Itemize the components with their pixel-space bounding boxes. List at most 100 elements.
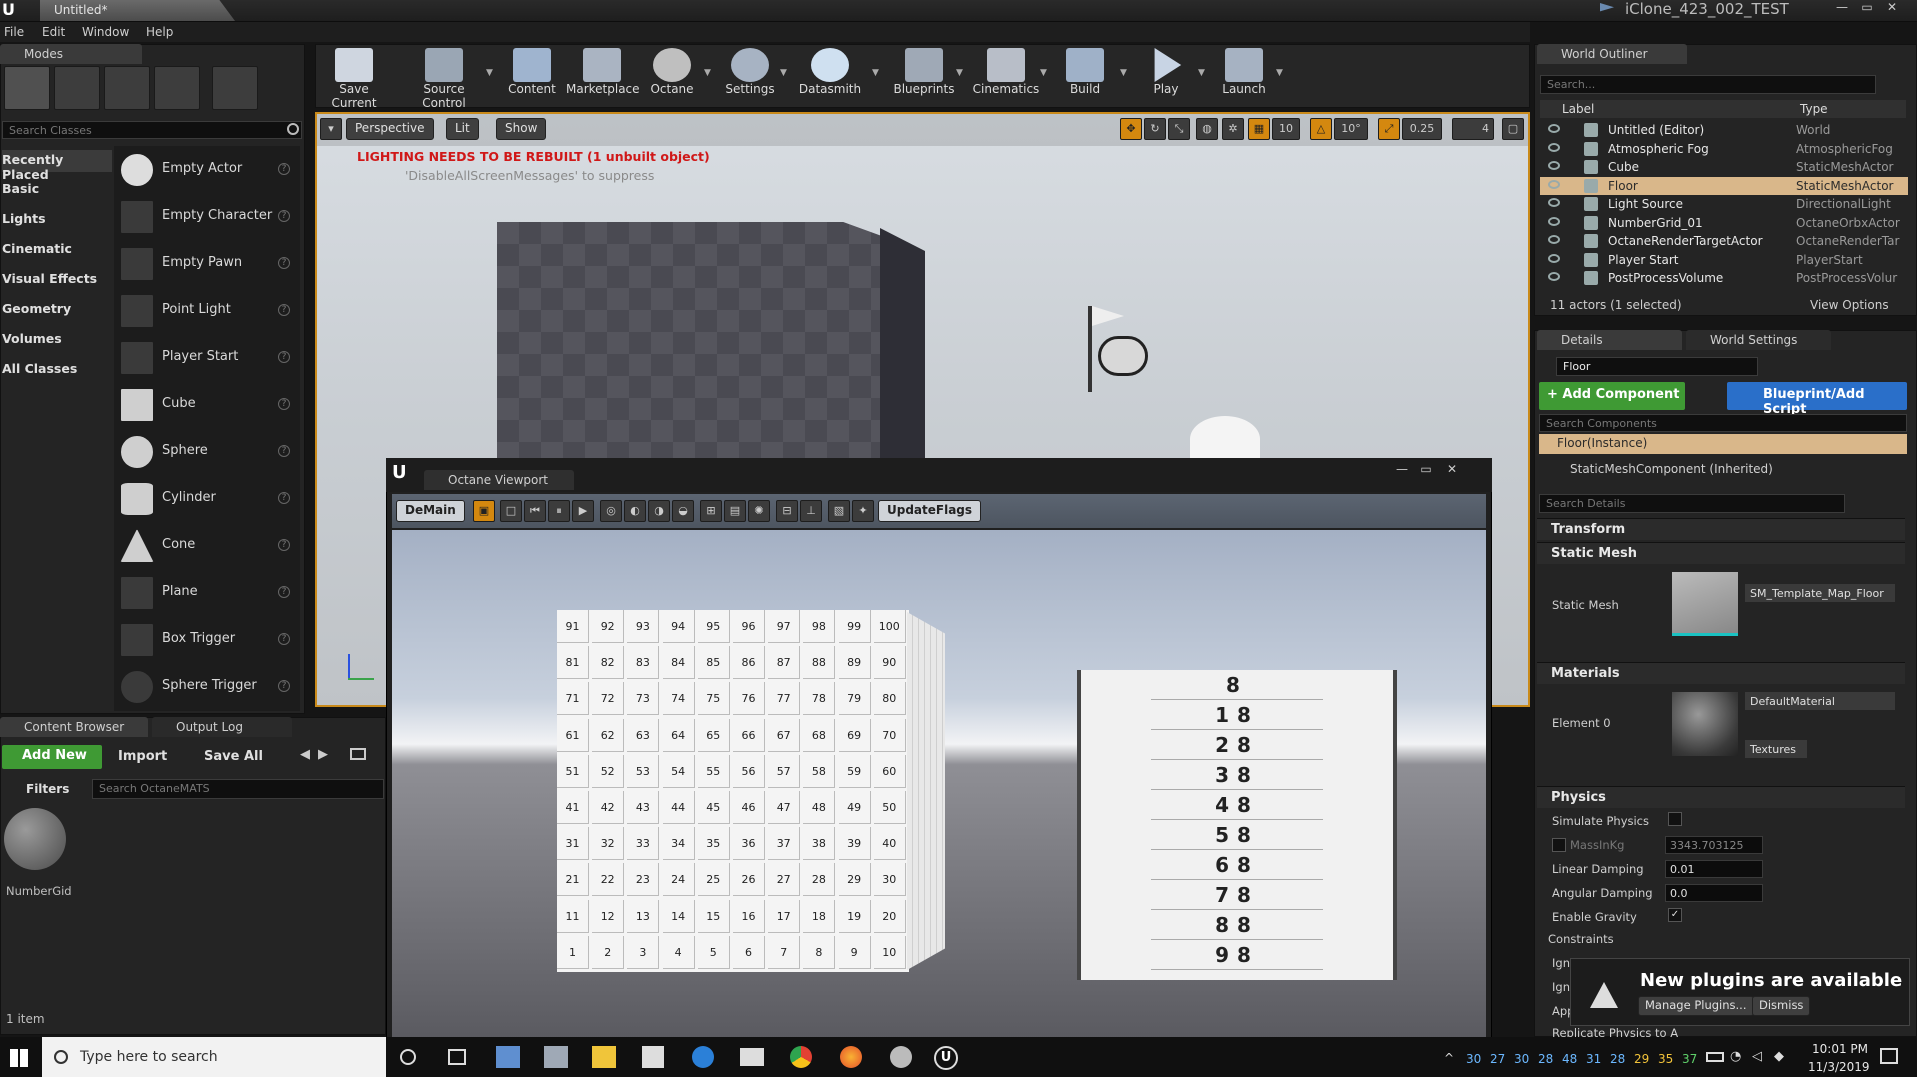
modes-tab[interactable]: Modes [0,44,142,64]
outliner-row[interactable]: OctaneRenderTargetActor OctaneRenderTar [1540,232,1908,250]
angular-damping-input[interactable]: 0.0 [1665,884,1763,902]
rotation-snap-value[interactable]: 10° [1334,118,1368,140]
asset-name[interactable]: NumberGid [6,884,72,898]
place-item-box-trigger[interactable]: Box Trigger? [118,617,296,661]
blueprints-button[interactable]: Blueprints [890,46,958,104]
taskbar-app-1-icon[interactable] [496,1046,520,1068]
material-picker-icon[interactable]: ◑ [648,500,670,522]
folder-icon[interactable] [350,748,366,760]
details-tab[interactable]: Details [1537,330,1682,350]
place-item-empty-actor[interactable]: Empty Actor? [118,147,296,191]
category-visual-effects[interactable]: Visual Effects [2,271,97,286]
viewport-menu-icon[interactable]: ▾ [320,118,342,140]
play-button[interactable]: Play [1138,46,1194,104]
volume-icon[interactable]: ◁ [1752,1049,1762,1064]
help-icon[interactable]: ? [278,304,290,316]
file-explorer-icon[interactable] [592,1046,616,1068]
scale-snap-icon[interactable]: ⤢ [1378,118,1400,140]
outliner-row[interactable]: Cube StaticMeshActor [1540,158,1908,176]
visibility-eye-icon[interactable] [1548,124,1560,133]
subsampling-icon[interactable]: ⊟ [776,500,798,522]
category-geometry[interactable]: Geometry [2,301,71,316]
search-classes-input[interactable]: Search Classes [2,121,302,139]
marketplace-button[interactable]: Marketplace [566,46,640,104]
outliner-row[interactable]: Player Start PlayerStart [1540,251,1908,269]
clay-mode-icon[interactable]: ✺ [748,500,770,522]
chevron-down-icon[interactable]: ▼ [780,68,787,78]
constraints-label[interactable]: Constraints [1548,932,1614,946]
octane-button[interactable]: Octane [644,46,700,104]
actor-name-input[interactable]: Floor [1556,357,1758,376]
show-button[interactable]: Show [496,118,547,140]
filters-button[interactable]: Filters [26,782,69,796]
section-transform[interactable]: Transform [1537,518,1905,540]
restart-icon[interactable]: ⏮ [524,500,546,522]
enable-gravity-checkbox[interactable]: ✓ [1668,908,1682,922]
help-icon[interactable]: ? [278,398,290,410]
help-icon[interactable]: ? [278,539,290,551]
col-type-header[interactable]: Type [1800,102,1828,116]
place-item-point-light[interactable]: Point Light? [118,288,296,332]
chevron-down-icon[interactable]: ▼ [1276,68,1283,78]
import-button[interactable]: Import [118,749,167,764]
static-mesh-thumbnail[interactable] [1672,572,1738,636]
outliner-row[interactable]: Light Source DirectionalLight [1540,195,1908,213]
grid-snap-icon[interactable]: ▦ [1248,118,1270,140]
help-icon[interactable]: ? [278,586,290,598]
forward-arrow-icon[interactable]: ▶ [318,747,328,762]
clock-time[interactable]: 10:01 PM [1812,1042,1868,1056]
tray-chevron-icon[interactable]: ^ [1444,1051,1454,1065]
grid-snap-value[interactable]: 10 [1272,118,1300,140]
cortana-icon[interactable] [400,1049,416,1065]
cinematics-button[interactable]: Cinematics [970,46,1042,104]
minimize-icon[interactable]: — [1830,0,1854,18]
wifi-icon[interactable]: ◔ [1730,1049,1741,1064]
focus-picker-icon[interactable]: ◎ [600,500,622,522]
world-outliner-tab[interactable]: World Outliner [1537,44,1687,64]
chevron-down-icon[interactable]: ▼ [872,68,879,78]
place-item-cylinder[interactable]: Cylinder? [118,476,296,520]
category-volumes[interactable]: Volumes [2,331,62,346]
component-instance-row[interactable]: Floor(Instance) [1539,434,1907,454]
landscape-mode-icon[interactable] [104,66,150,110]
lit-button[interactable]: Lit [446,118,479,140]
outliner-row[interactable]: Floor StaticMeshActor [1540,176,1908,195]
surface-snap-icon[interactable]: ✲ [1222,118,1244,140]
visibility-eye-icon[interactable] [1548,253,1560,263]
chevron-down-icon[interactable]: ▼ [486,68,493,78]
chevron-down-icon[interactable]: ▼ [704,68,711,78]
visibility-eye-icon[interactable] [1548,198,1560,207]
place-item-empty-pawn[interactable]: Empty Pawn? [118,241,296,285]
scale-snap-value[interactable]: 0.25 [1402,118,1442,140]
taskbar-app-2-icon[interactable] [544,1046,568,1068]
save-all-button[interactable]: Save All [204,749,263,764]
dismiss-button[interactable]: Dismiss [1752,996,1811,1016]
content-search-input[interactable]: Search OctaneMATS [92,779,384,799]
unreal-taskbar-icon[interactable]: U [934,1046,958,1070]
rotation-snap-icon[interactable]: △ [1310,118,1332,140]
chevron-down-icon[interactable]: ▼ [1198,68,1205,78]
place-item-player-start[interactable]: Player Start? [118,335,296,379]
paint-mode-icon[interactable] [54,66,100,110]
battery-icon[interactable] [1706,1052,1724,1062]
section-materials[interactable]: Materials [1537,662,1905,684]
textures-dropdown[interactable]: Textures [1745,740,1807,758]
place-mode-icon[interactable] [4,66,50,110]
visibility-eye-icon[interactable] [1548,235,1560,244]
outliner-row[interactable]: Atmospheric Fog AtmosphericFog [1540,140,1908,158]
place-item-sphere[interactable]: Sphere? [118,429,296,473]
help-icon[interactable]: ? [278,492,290,504]
category-lights[interactable]: Lights [2,211,46,226]
save-current-button[interactable]: Save Current [318,46,390,110]
scale-tool-icon[interactable]: ⤡ [1168,118,1190,140]
visibility-eye-icon[interactable] [1548,161,1560,170]
mass-override-checkbox[interactable] [1552,838,1566,852]
mass-input[interactable]: 3343.703125 [1665,836,1763,854]
notifications-icon[interactable] [1880,1048,1898,1064]
region-render-icon[interactable]: ⊞ [700,500,722,522]
material-thumbnail[interactable] [1672,692,1738,756]
search-details-input[interactable]: Search Details [1539,494,1845,513]
outliner-search-input[interactable]: Search... [1540,75,1876,94]
material-dropdown[interactable]: DefaultMaterial [1745,692,1895,710]
help-icon[interactable]: ? [278,210,290,222]
